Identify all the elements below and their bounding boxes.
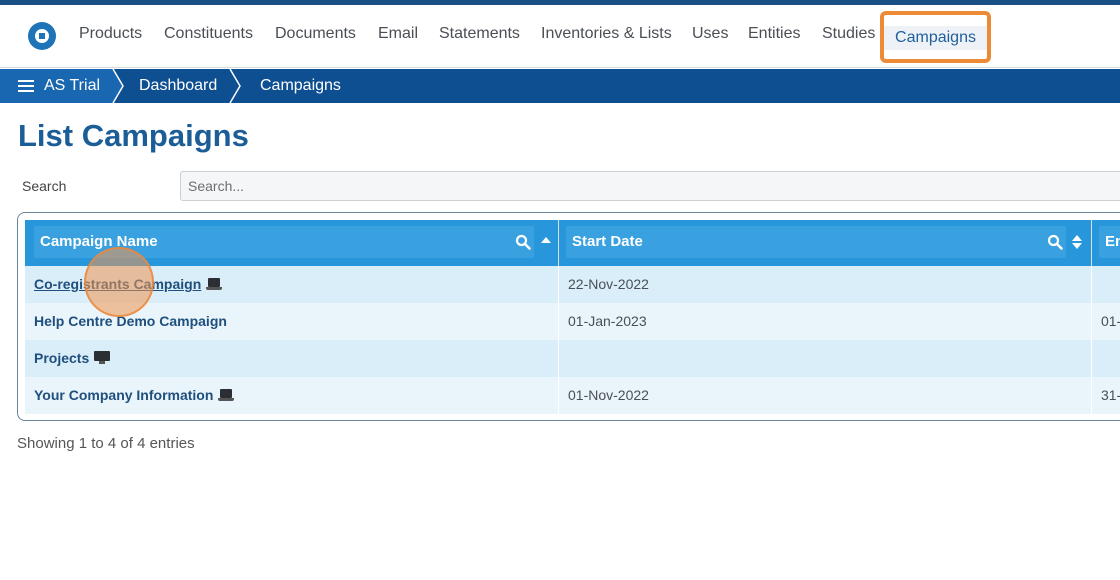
column-header-campaign-name[interactable]: Campaign Name	[25, 220, 558, 266]
campaign-name-link[interactable]: Help Centre Demo Campaign	[34, 303, 227, 340]
campaign-name-link[interactable]: Projects	[34, 340, 111, 377]
column-header-start-date[interactable]: Start Date	[559, 220, 1091, 266]
column-header-end-date[interactable]: En	[1092, 220, 1120, 266]
table-row[interactable]: Co-registrants Campaign 22-Nov-2022	[25, 266, 1120, 303]
end-date: 31-	[1101, 387, 1120, 403]
nav-campaigns-label: Campaigns	[884, 26, 987, 50]
breadcrumb-dashboard[interactable]: Dashboard	[139, 69, 217, 103]
table-header-row: Campaign Name Start Date En	[25, 220, 1120, 266]
table-row[interactable]: Help Centre Demo Campaign 01-Jan-2023 01…	[25, 303, 1120, 340]
table-entries-info: Showing 1 to 4 of 4 entries	[17, 435, 195, 452]
breadcrumb-root-label: AS Trial	[44, 77, 101, 94]
nav-inventories-lists[interactable]: Inventories & Lists	[541, 25, 672, 43]
campaigns-table: Campaign Name Start Date En Co-registran…	[17, 212, 1120, 421]
laptop-icon	[218, 389, 235, 401]
breadcrumb: AS Trial Dashboard Campaigns	[0, 69, 1120, 103]
nav-uses[interactable]: Uses	[692, 25, 728, 43]
column-divider	[1091, 340, 1092, 377]
nav-entities[interactable]: Entities	[748, 25, 800, 43]
laptop-icon	[206, 278, 223, 290]
column-header-label: Start Date	[572, 233, 643, 250]
sort-up-icon[interactable]	[1072, 235, 1082, 241]
column-divider	[558, 266, 559, 303]
app-logo[interactable]	[28, 22, 56, 50]
end-date: 01-	[1101, 313, 1120, 329]
column-divider	[558, 377, 559, 414]
nav-email[interactable]: Email	[378, 25, 418, 43]
campaign-name-link[interactable]: Your Company Information	[34, 377, 235, 414]
start-date: 22-Nov-2022	[568, 276, 649, 292]
breadcrumb-campaigns[interactable]: Campaigns	[260, 69, 341, 103]
column-header-label: Campaign Name	[40, 233, 158, 250]
campaign-name-link[interactable]: Co-registrants Campaign	[34, 266, 223, 303]
column-divider	[558, 303, 559, 340]
column-search-icon[interactable]	[1047, 234, 1063, 250]
start-date: 01-Jan-2023	[568, 313, 647, 329]
breadcrumb-separator-icon	[112, 69, 126, 103]
start-date: 01-Nov-2022	[568, 387, 649, 403]
column-divider	[1091, 303, 1092, 340]
sort-ascending-icon[interactable]	[541, 237, 551, 243]
top-navigation: Products Constituents Documents Email St…	[0, 5, 1120, 68]
breadcrumb-root[interactable]: AS Trial	[0, 69, 112, 103]
column-divider	[1091, 377, 1092, 414]
nav-studies[interactable]: Studies	[822, 25, 875, 43]
campaign-name: Co-registrants Campaign	[34, 276, 202, 292]
breadcrumb-separator-icon	[229, 69, 243, 103]
campaign-name: Your Company Information	[34, 387, 214, 403]
monitor-icon	[94, 351, 111, 364]
nav-statements[interactable]: Statements	[439, 25, 520, 43]
column-header-label: En	[1105, 233, 1120, 250]
table-row[interactable]: Projects	[25, 340, 1120, 377]
search-input[interactable]	[180, 171, 1120, 201]
sort-down-icon[interactable]	[1072, 243, 1082, 249]
page-title: List Campaigns	[18, 118, 249, 153]
hamburger-menu-icon[interactable]	[18, 80, 34, 92]
table-row[interactable]: Your Company Information 01-Nov-2022 31-	[25, 377, 1120, 414]
search-label: Search	[22, 178, 67, 194]
nav-campaigns-active[interactable]: Campaigns	[880, 11, 991, 63]
column-search-icon[interactable]	[515, 234, 531, 250]
nav-constituents[interactable]: Constituents	[164, 25, 253, 43]
column-divider	[1091, 266, 1092, 303]
column-divider	[558, 340, 559, 377]
nav-documents[interactable]: Documents	[275, 25, 356, 43]
campaign-name: Projects	[34, 350, 90, 366]
campaign-name: Help Centre Demo Campaign	[34, 313, 227, 329]
nav-products[interactable]: Products	[79, 25, 142, 43]
